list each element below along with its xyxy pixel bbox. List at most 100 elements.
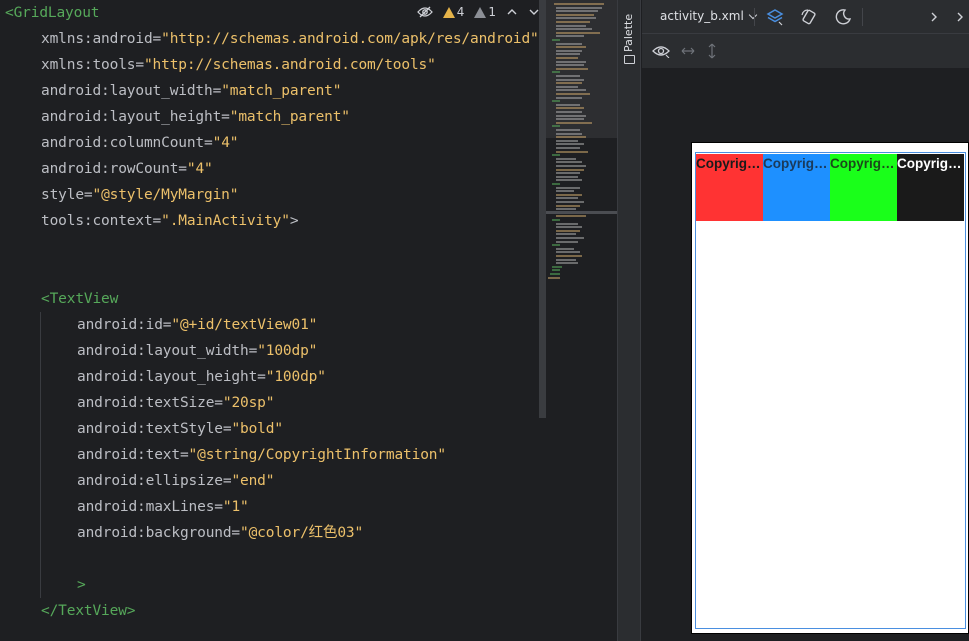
code-line[interactable]: <TextView — [41, 286, 118, 312]
palette-tool-strip[interactable]: Palette — [617, 0, 641, 641]
weak-warning-icon — [474, 6, 487, 18]
minimap-line — [556, 28, 592, 31]
minimap-line — [556, 53, 580, 56]
code-line[interactable]: android:ellipsize="end" — [77, 468, 274, 494]
eye-icon[interactable] — [652, 44, 670, 58]
code-line[interactable]: android:rowCount="4" — [41, 156, 213, 182]
code-line[interactable]: android:layout_height="100dp" — [77, 364, 326, 390]
textview-text: Copyright... — [696, 156, 763, 171]
minimap-line — [556, 24, 586, 27]
code-line[interactable]: > — [77, 572, 86, 598]
code-line[interactable]: android:id="@+id/textView01" — [77, 312, 317, 338]
code-line[interactable]: android:layout_width="match_parent" — [41, 78, 341, 104]
device-preview[interactable]: Copyright... Copyright... Copyright... C… — [691, 142, 969, 634]
minimap-line — [556, 262, 578, 265]
code-token: android:textSize= — [77, 395, 223, 411]
code-line[interactable]: android:layout_width="100dp" — [77, 338, 317, 364]
minimap-line — [552, 39, 560, 41]
horizontal-resize-icon[interactable] — [680, 44, 696, 58]
code-line[interactable]: style="@style/MyMargin" — [41, 182, 238, 208]
textview-text: Copyright... — [830, 156, 897, 171]
code-token: android:background= — [77, 525, 241, 541]
minimap-line — [556, 67, 588, 70]
minimap-line — [552, 71, 560, 74]
minimap-line — [556, 161, 582, 164]
textview-cell[interactable]: Copyright... — [763, 154, 830, 221]
minimap-line — [556, 118, 584, 121]
minimap-line — [556, 46, 586, 49]
minimap-line — [556, 6, 602, 9]
minimap-line — [556, 129, 580, 131]
palette-tab[interactable]: Palette — [622, 12, 635, 52]
code-line[interactable]: android:maxLines="1" — [77, 494, 249, 520]
preview-toolbar: activity_b.xml — [642, 0, 969, 34]
textview-cell[interactable]: Copyright... — [897, 154, 964, 221]
minimap-line — [556, 75, 580, 77]
textview-text: Copyright... — [763, 156, 830, 171]
textview-cell[interactable]: Copyright... — [696, 154, 763, 221]
minimap-line — [556, 258, 576, 261]
vertical-resize-icon[interactable] — [706, 42, 718, 60]
indent-guide — [40, 312, 41, 598]
minimap-line — [556, 143, 584, 146]
minimap-line — [552, 269, 560, 272]
code-editor[interactable]: <GridLayout xmlns:android="http://schemas… — [0, 0, 549, 641]
eye-slash-icon — [416, 6, 433, 18]
minimap-line — [556, 190, 574, 193]
code-minimap[interactable] — [546, 0, 617, 641]
layout-file-name: activity_b.xml — [660, 9, 744, 23]
inspection-widget[interactable]: 4 1 — [413, 0, 549, 24]
weak-warnings-count-label: 1 — [488, 5, 496, 19]
minimap-line — [556, 147, 580, 149]
minimap-line — [556, 208, 576, 211]
code-token: "@style/MyMargin" — [92, 187, 239, 203]
warnings-count-label: 4 — [456, 5, 465, 19]
code-token: android:id= — [77, 317, 172, 333]
minimap-line — [556, 247, 574, 250]
layers-icon[interactable] — [766, 8, 784, 26]
minimap-line — [552, 183, 560, 185]
night-mode-icon[interactable] — [834, 8, 852, 26]
code-line[interactable]: xmlns:android="http://schemas.android.co… — [41, 26, 539, 52]
code-line[interactable]: </TextView> — [41, 598, 136, 624]
minimap-line — [552, 100, 560, 103]
minimap-line — [550, 273, 560, 275]
code-line[interactable]: android:columnCount="4" — [41, 130, 239, 156]
textview-cell[interactable]: Copyright... — [830, 154, 897, 221]
code-token: "20sp" — [222, 395, 275, 411]
warning-icon — [442, 6, 455, 18]
gridlayout-preview[interactable]: Copyright... Copyright... Copyright... C… — [695, 152, 966, 629]
chevron-up-icon — [507, 9, 517, 15]
minimap-line — [556, 103, 580, 106]
code-line[interactable]: xmlns:tools="http://schemas.android.com/… — [41, 52, 436, 78]
design-toolbar — [642, 34, 969, 68]
minimap-line — [556, 136, 586, 139]
minimap-line — [548, 276, 560, 279]
minimap-line — [556, 237, 584, 239]
code-line[interactable]: <GridLayout — [5, 0, 100, 26]
chevron-right-icon[interactable] — [925, 8, 943, 26]
code-line[interactable]: android:textStyle="bold" — [77, 416, 283, 442]
editor-scrollbar[interactable] — [539, 0, 546, 418]
weak-warnings-count[interactable]: 1 — [471, 5, 499, 19]
minimap-line — [556, 121, 592, 124]
code-line[interactable]: tools:context=".MainActivity"> — [41, 208, 299, 234]
code-line[interactable]: android:background="@color/红色03" — [77, 520, 363, 546]
code-line[interactable]: android:text="@string/CopyrightInformati… — [77, 442, 446, 468]
minimap-line — [556, 215, 586, 218]
code-token: xmlns:android= — [41, 31, 162, 47]
hide-inspections-toggle[interactable] — [414, 6, 436, 18]
minimap-line — [556, 85, 578, 88]
code-token: android:layout_height= — [41, 109, 230, 125]
minimap-line — [556, 60, 586, 63]
orientation-icon[interactable] — [800, 8, 818, 26]
code-line[interactable]: android:textSize="20sp" — [77, 390, 274, 416]
previous-highlight-button[interactable] — [503, 7, 521, 17]
warnings-count[interactable]: 4 — [440, 5, 468, 19]
code-line[interactable]: android:layout_height="match_parent" — [41, 104, 350, 130]
layout-file-selector[interactable]: activity_b.xml — [660, 9, 758, 23]
minimap-line — [552, 219, 560, 221]
chevron-right-icon[interactable] — [955, 8, 965, 26]
minimap-line — [556, 201, 584, 203]
code-token: "match_parent" — [221, 83, 342, 99]
